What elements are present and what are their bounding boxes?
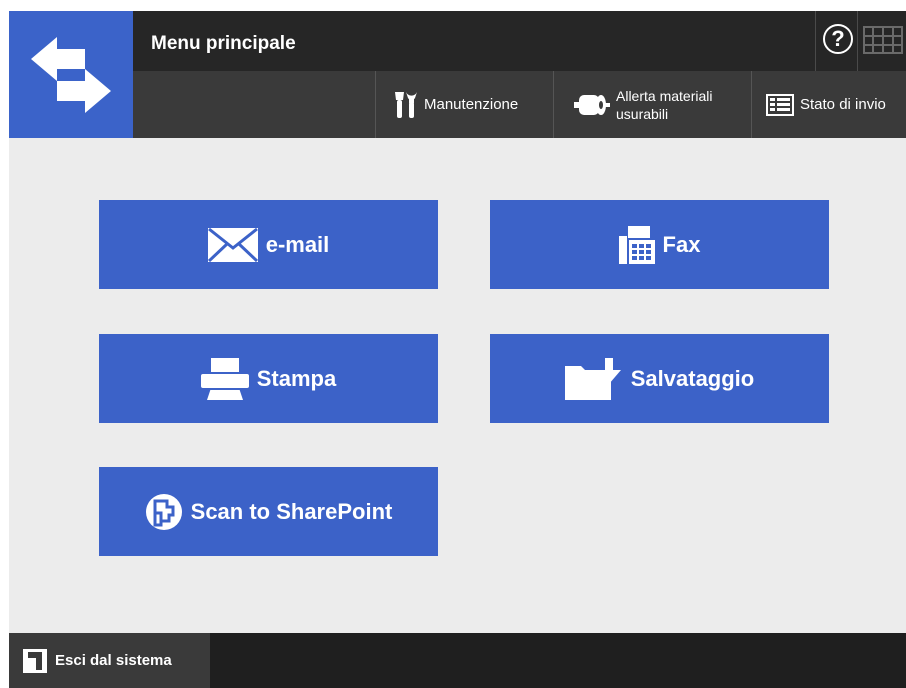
page-title: Menu principale xyxy=(151,33,296,54)
logout-label: Esci dal sistema xyxy=(55,652,172,669)
help-icon: ? xyxy=(823,24,853,54)
save-label: Salvataggio xyxy=(630,365,755,391)
fax-icon xyxy=(618,225,655,264)
scan-to-sharepoint-button[interactable]: Scan to SharePoint xyxy=(99,467,438,556)
fax-label: Fax xyxy=(662,231,701,257)
consumables-alert-button[interactable]: Allerta materiali usurabili xyxy=(553,71,751,138)
email-label: e-mail xyxy=(265,231,330,257)
arrows-exchange-icon xyxy=(31,37,111,113)
tools-icon xyxy=(394,90,418,120)
sharepoint-icon xyxy=(145,493,183,531)
app-frame: Menu principale ? Manutenzione Allerta m… xyxy=(9,11,906,688)
maintenance-button[interactable]: Manutenzione xyxy=(375,71,553,138)
send-status-label: Stato di invio xyxy=(800,96,886,113)
help-button[interactable]: ? xyxy=(815,11,857,71)
logout-icon xyxy=(23,648,47,673)
email-button[interactable]: e-mail xyxy=(99,200,438,289)
header-bar: Menu principale ? xyxy=(133,11,906,71)
footer-bar: Esci dal sistema xyxy=(9,633,906,688)
logout-button[interactable]: Esci dal sistema xyxy=(9,633,210,688)
consumables-label-line2: usurabili xyxy=(616,105,669,122)
list-icon xyxy=(766,93,794,116)
envelope-icon xyxy=(207,227,258,262)
keyboard-button[interactable] xyxy=(857,11,906,71)
print-label: Stampa xyxy=(256,365,337,391)
sharepoint-label: Scan to SharePoint xyxy=(190,498,393,524)
maintenance-label: Manutenzione xyxy=(424,96,519,113)
keyboard-icon xyxy=(863,26,903,54)
toner-roll-icon xyxy=(574,93,610,117)
save-button[interactable]: Salvataggio xyxy=(490,334,829,423)
printer-icon xyxy=(200,357,249,400)
send-status-button[interactable]: Stato di invio xyxy=(751,71,906,138)
print-button[interactable]: Stampa xyxy=(99,334,438,423)
home-button[interactable] xyxy=(9,11,133,138)
folder-download-icon xyxy=(564,357,623,400)
consumables-label-line1: Allerta materiali xyxy=(616,87,713,104)
toolbar: Manutenzione Allerta materiali usurabili xyxy=(133,71,906,138)
fax-button[interactable]: Fax xyxy=(490,200,829,289)
